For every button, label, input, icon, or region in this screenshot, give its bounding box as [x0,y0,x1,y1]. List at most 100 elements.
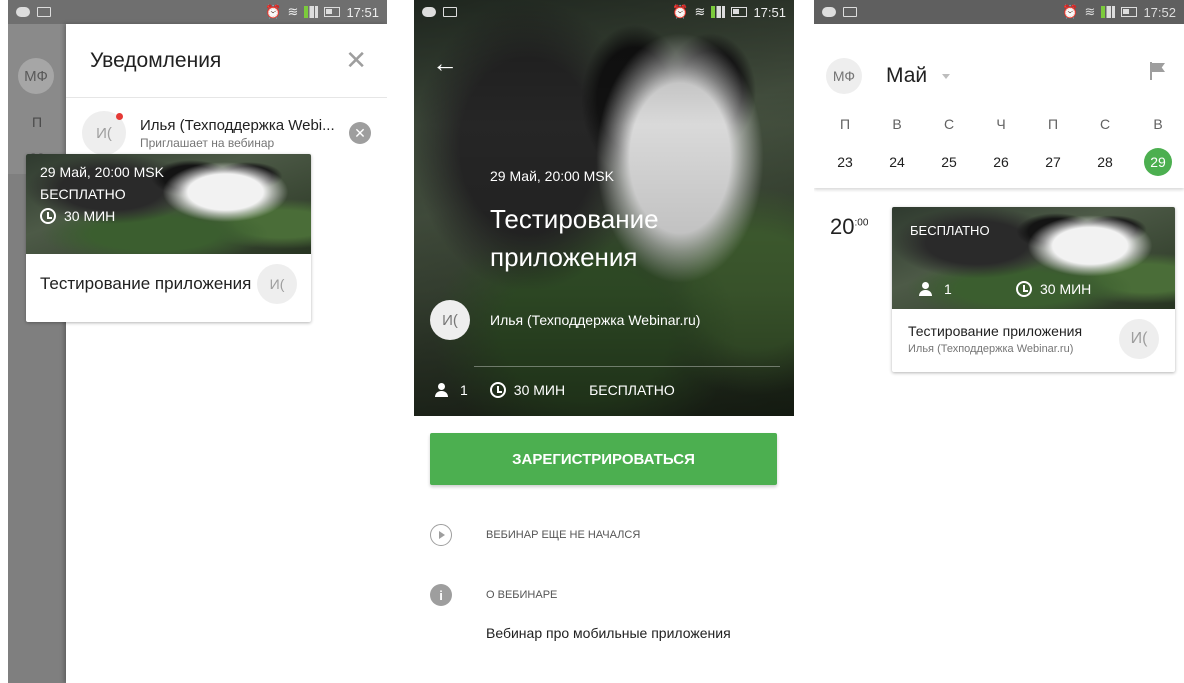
webinar-datetime: 29 Май, 20:00 MSK [40,164,164,180]
weekday-label: П [839,116,851,132]
organizer-name: Илья (Техподдержка Webinar.ru) [490,312,701,328]
signal-icon [1101,6,1116,18]
signal-icon [304,6,319,18]
webinar-card[interactable]: 29 Май, 20:00 MSK БЕСПЛАТНО 30 МИН Тести… [26,154,311,322]
status-text: ВЕБИНАР ЕЩЕ НЕ НАЧАЛСЯ [486,529,641,541]
day-cell[interactable]: 28 [1090,148,1120,176]
dismiss-icon[interactable]: ✕ [349,122,371,144]
webinar-price: БЕСПЛАТНО [910,223,990,238]
webinar-duration: 30 МИН [1040,281,1092,297]
status-time: 17:52 [1143,4,1176,20]
image-icon [37,7,51,17]
webinar-title: Тестирование приложения [908,323,1083,339]
clock-icon [489,382,506,398]
about-label: О ВЕБИНАРЕ [486,589,558,601]
webinar-duration: 30 МИН [513,382,566,398]
webinar-cover-image: БЕСПЛАТНО 1 30 МИН [892,207,1175,309]
alarm-icon: ⏰ [672,4,689,19]
participants-count: 1 [944,281,952,297]
wifi-icon: ≋ [1084,4,1096,19]
weekday-label: С [1099,116,1111,132]
webinar-price: БЕСПЛАТНО [40,186,126,202]
day-cell[interactable]: 27 [1038,148,1068,176]
battery-icon [324,7,341,17]
wifi-icon: ≋ [694,4,706,19]
day-cell[interactable]: 25 [934,148,964,176]
webinar-card[interactable]: БЕСПЛАТНО 1 30 МИН Тестирование приложен… [892,207,1175,372]
wifi-icon: ≋ [287,4,299,19]
webinar-title: Тестирование приложения [40,274,252,293]
battery-icon [1121,7,1138,17]
alarm-icon: ⏰ [265,4,282,19]
play-icon [430,524,452,546]
user-avatar[interactable]: МФ [18,58,54,94]
person-icon [918,282,934,296]
organizer-avatar: И( [1119,319,1159,359]
message-icon [16,7,30,17]
status-bar: ⏰ ≋ 17:52 [814,0,1184,24]
organizer[interactable]: И( Илья (Техподдержка Webinar.ru) [430,300,700,340]
chevron-down-icon[interactable] [942,74,950,79]
register-button[interactable]: ЗАРЕГИСТРИРОВАТЬСЯ [430,433,777,485]
hour-value: 20 [830,214,855,239]
panel-header: Уведомления ✕ [66,24,387,98]
organizer-avatar: И( [257,264,297,304]
message-icon [822,7,836,17]
info-icon: i [430,584,452,606]
close-icon[interactable]: ✕ [345,45,367,76]
weekday-label: С [943,116,955,132]
webinar-duration: 30 МИН [64,208,116,224]
webinar-datetime: 29 Май, 20:00 MSK [490,168,614,184]
webinar-price: БЕСПЛАТНО [589,382,675,398]
organizer-avatar: И( [430,300,470,340]
webinar-cover-image: ⏰ ≋ 17:51 ← 29 Май, 20:00 MSK Тестирование… [414,0,794,416]
day-cell-selected[interactable]: 29 [1144,148,1172,176]
participants-count: 1 [460,382,468,398]
avatar: И( [82,111,126,155]
calendar-screen: ⏰ ≋ 17:52 МФ Май П В С Ч П С В 23 24 25 26… [814,0,1184,683]
alarm-icon: ⏰ [1062,4,1079,19]
image-icon [443,7,457,17]
weekday-label: Ч [996,116,1006,132]
webinar-meta: 1 30 МИН БЕСПЛАТНО [434,382,675,398]
weekday-label: В [1153,116,1163,132]
image-icon [843,7,857,17]
flag-icon[interactable] [1150,62,1166,80]
weekday-label: П [31,114,43,130]
message-icon [422,7,436,17]
status-time: 17:51 [346,4,379,20]
avatar-initials: И( [96,124,112,142]
divider [474,366,780,367]
clock-icon [1016,281,1032,297]
status-time: 17:51 [753,4,786,20]
weekday-label: П [1047,116,1059,132]
battery-icon [731,7,748,17]
status-bar: ⏰ ≋ 17:51 [414,0,794,24]
organizer-name: Илья (Техподдержка Webinar.ru) [908,343,1074,355]
webinar-details-screen: ⏰ ≋ 17:51 ← 29 Май, 20:00 MSK Тестирование… [414,0,794,683]
clock-icon [40,208,56,224]
panel-title: Уведомления [90,48,222,72]
day-cell[interactable]: 26 [986,148,1016,176]
webinar-description: Вебинар про мобильные приложения [486,625,731,641]
weekday-label: В [892,116,902,132]
notifications-screen: ⏰≋17:51 МФ П 23 Уведомления ✕ И( Илья (Т… [8,0,387,683]
unread-dot-icon [116,113,123,120]
person-icon [434,383,450,397]
hour-label: 20:00 [830,214,868,240]
back-arrow-icon[interactable]: ← [432,48,458,79]
signal-icon [711,6,726,18]
about-row: i О ВЕБИНАРЕ [430,584,557,606]
notification-text: Приглашает на вебинар [140,135,275,150]
webinar-title: Тестирование приложения [490,204,659,272]
status-bar: ⏰ ≋ 17:51 [8,0,387,24]
notifications-panel: Уведомления ✕ И( Илья (Техподдержка Webi… [66,24,387,683]
day-cell[interactable]: 23 [830,148,860,176]
webinar-cover-image: 29 Май, 20:00 MSK БЕСПЛАТНО 30 МИН [26,154,311,254]
day-cell[interactable]: 24 [882,148,912,176]
month-selector[interactable]: Май [886,58,927,94]
notification-sender: Илья (Техподдержка Webi... [140,116,335,134]
hour-minutes: :00 [854,217,869,229]
user-avatar[interactable]: МФ [826,58,862,94]
status-row: ВЕБИНАР ЕЩЕ НЕ НАЧАЛСЯ [430,524,640,546]
